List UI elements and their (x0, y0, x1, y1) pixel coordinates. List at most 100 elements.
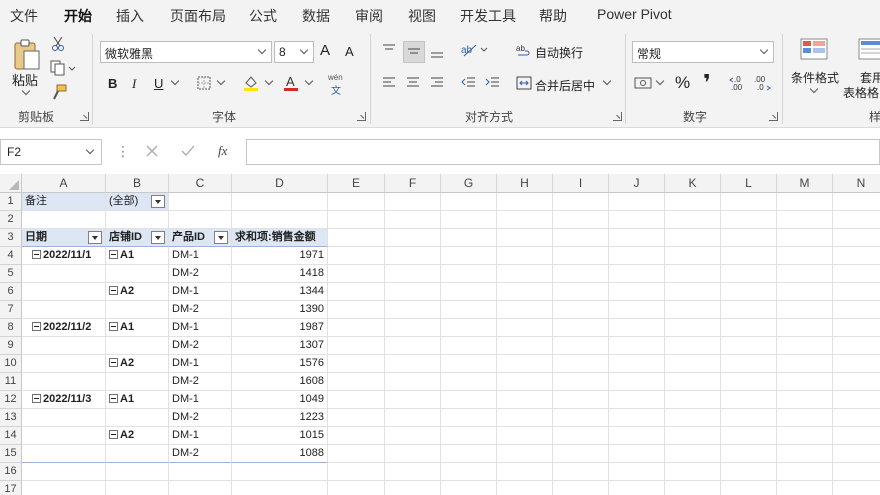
cell[interactable] (441, 427, 497, 445)
cell[interactable] (777, 229, 833, 247)
cell[interactable] (497, 409, 553, 427)
align-center-icon[interactable] (404, 75, 422, 91)
number-launcher-icon[interactable] (769, 112, 778, 121)
cell[interactable] (833, 193, 880, 211)
cell[interactable] (665, 373, 721, 391)
paste-icon[interactable] (10, 36, 44, 74)
cell[interactable] (22, 301, 106, 319)
phonetic-guide-icon[interactable]: 文 (331, 82, 341, 97)
pivot-amount-cell[interactable]: 1987 (232, 319, 328, 337)
format-as-table-icon[interactable] (858, 38, 880, 62)
cell[interactable] (169, 481, 232, 495)
column-header[interactable]: H (497, 174, 553, 193)
cell[interactable] (665, 337, 721, 355)
cell[interactable] (833, 409, 880, 427)
cell[interactable] (609, 391, 665, 409)
collapse-icon[interactable] (109, 322, 118, 331)
tab-data[interactable]: 数据 (302, 6, 330, 26)
copy-icon[interactable] (50, 60, 78, 76)
cell[interactable] (553, 229, 609, 247)
tab-formulas[interactable]: 公式 (249, 6, 277, 26)
increase-font-icon[interactable]: A (320, 42, 330, 59)
cell[interactable] (553, 265, 609, 283)
cell[interactable] (665, 481, 721, 495)
cell[interactable] (497, 481, 553, 495)
cell[interactable] (328, 319, 385, 337)
enter-check-icon[interactable] (180, 144, 196, 158)
cell[interactable] (328, 373, 385, 391)
header-filter-dropdown-icon[interactable] (88, 231, 102, 244)
cell[interactable] (721, 355, 777, 373)
alignment-launcher-icon[interactable] (613, 112, 622, 121)
fill-color-icon[interactable] (242, 74, 260, 92)
pivot-store-cell[interactable]: A1 (106, 391, 169, 409)
pivot-store-cell[interactable]: A2 (106, 283, 169, 301)
cell[interactable] (553, 391, 609, 409)
more-options-icon[interactable]: ⋮ (116, 143, 130, 160)
row-header[interactable]: 11 (0, 373, 22, 391)
cell[interactable] (497, 319, 553, 337)
fill-color-dropdown-icon[interactable] (264, 76, 274, 86)
cell[interactable] (777, 409, 833, 427)
cell[interactable] (22, 409, 106, 427)
tab-insert[interactable]: 插入 (116, 6, 144, 26)
wrap-text-icon[interactable]: ab (515, 42, 533, 60)
cell[interactable] (441, 247, 497, 265)
column-header[interactable]: M (777, 174, 833, 193)
cell[interactable] (22, 337, 106, 355)
row-header[interactable]: 4 (0, 247, 22, 265)
filter-dropdown-icon[interactable] (151, 195, 165, 208)
cell[interactable] (441, 463, 497, 481)
cell[interactable] (106, 337, 169, 355)
cell[interactable] (497, 355, 553, 373)
pivot-product-cell[interactable]: DM-2 (169, 301, 232, 319)
cell[interactable] (777, 193, 833, 211)
cell[interactable] (609, 445, 665, 463)
pivot-store-cell[interactable]: A1 (106, 319, 169, 337)
merge-dropdown-icon[interactable] (602, 76, 612, 86)
pivot-product-cell[interactable]: DM-1 (169, 355, 232, 373)
percent-icon[interactable]: % (675, 73, 690, 93)
row-header[interactable]: 14 (0, 427, 22, 445)
conditional-format-dropdown-icon[interactable] (809, 84, 819, 94)
column-header[interactable]: E (328, 174, 385, 193)
tab-home[interactable]: 开始 (64, 6, 92, 32)
orientation-icon[interactable]: ab (460, 41, 490, 59)
cell[interactable] (385, 481, 441, 495)
cell[interactable] (385, 193, 441, 211)
collapse-icon[interactable] (109, 430, 118, 439)
column-header[interactable]: K (665, 174, 721, 193)
cell[interactable] (441, 193, 497, 211)
cell[interactable] (665, 193, 721, 211)
cell[interactable] (553, 337, 609, 355)
cell[interactable] (553, 427, 609, 445)
cell[interactable] (441, 409, 497, 427)
decrease-decimal-icon[interactable]: .00.0 (752, 74, 772, 92)
cell[interactable] (441, 373, 497, 391)
column-header[interactable]: F (385, 174, 441, 193)
name-box[interactable]: F2 (0, 139, 102, 165)
pivot-amount-cell[interactable]: 1608 (232, 373, 328, 391)
row-header[interactable]: 3 (0, 229, 22, 247)
cell[interactable] (721, 463, 777, 481)
cell[interactable] (441, 229, 497, 247)
cell[interactable] (665, 445, 721, 463)
row-header[interactable]: 8 (0, 319, 22, 337)
collapse-icon[interactable] (32, 394, 41, 403)
cell[interactable] (232, 211, 328, 229)
cell[interactable] (665, 355, 721, 373)
column-header[interactable]: J (609, 174, 665, 193)
cell[interactable] (609, 373, 665, 391)
pivot-product-cell[interactable]: DM-1 (169, 283, 232, 301)
column-header[interactable]: I (553, 174, 609, 193)
increase-decimal-icon[interactable]: .0.00 (728, 74, 748, 92)
cell[interactable] (441, 265, 497, 283)
cell[interactable] (609, 247, 665, 265)
tab-developer[interactable]: 开发工具 (460, 6, 516, 26)
cell[interactable] (553, 247, 609, 265)
cell[interactable] (106, 481, 169, 495)
cell[interactable] (328, 193, 385, 211)
cell[interactable] (609, 301, 665, 319)
cell[interactable] (106, 373, 169, 391)
cancel-icon[interactable] (145, 144, 159, 158)
